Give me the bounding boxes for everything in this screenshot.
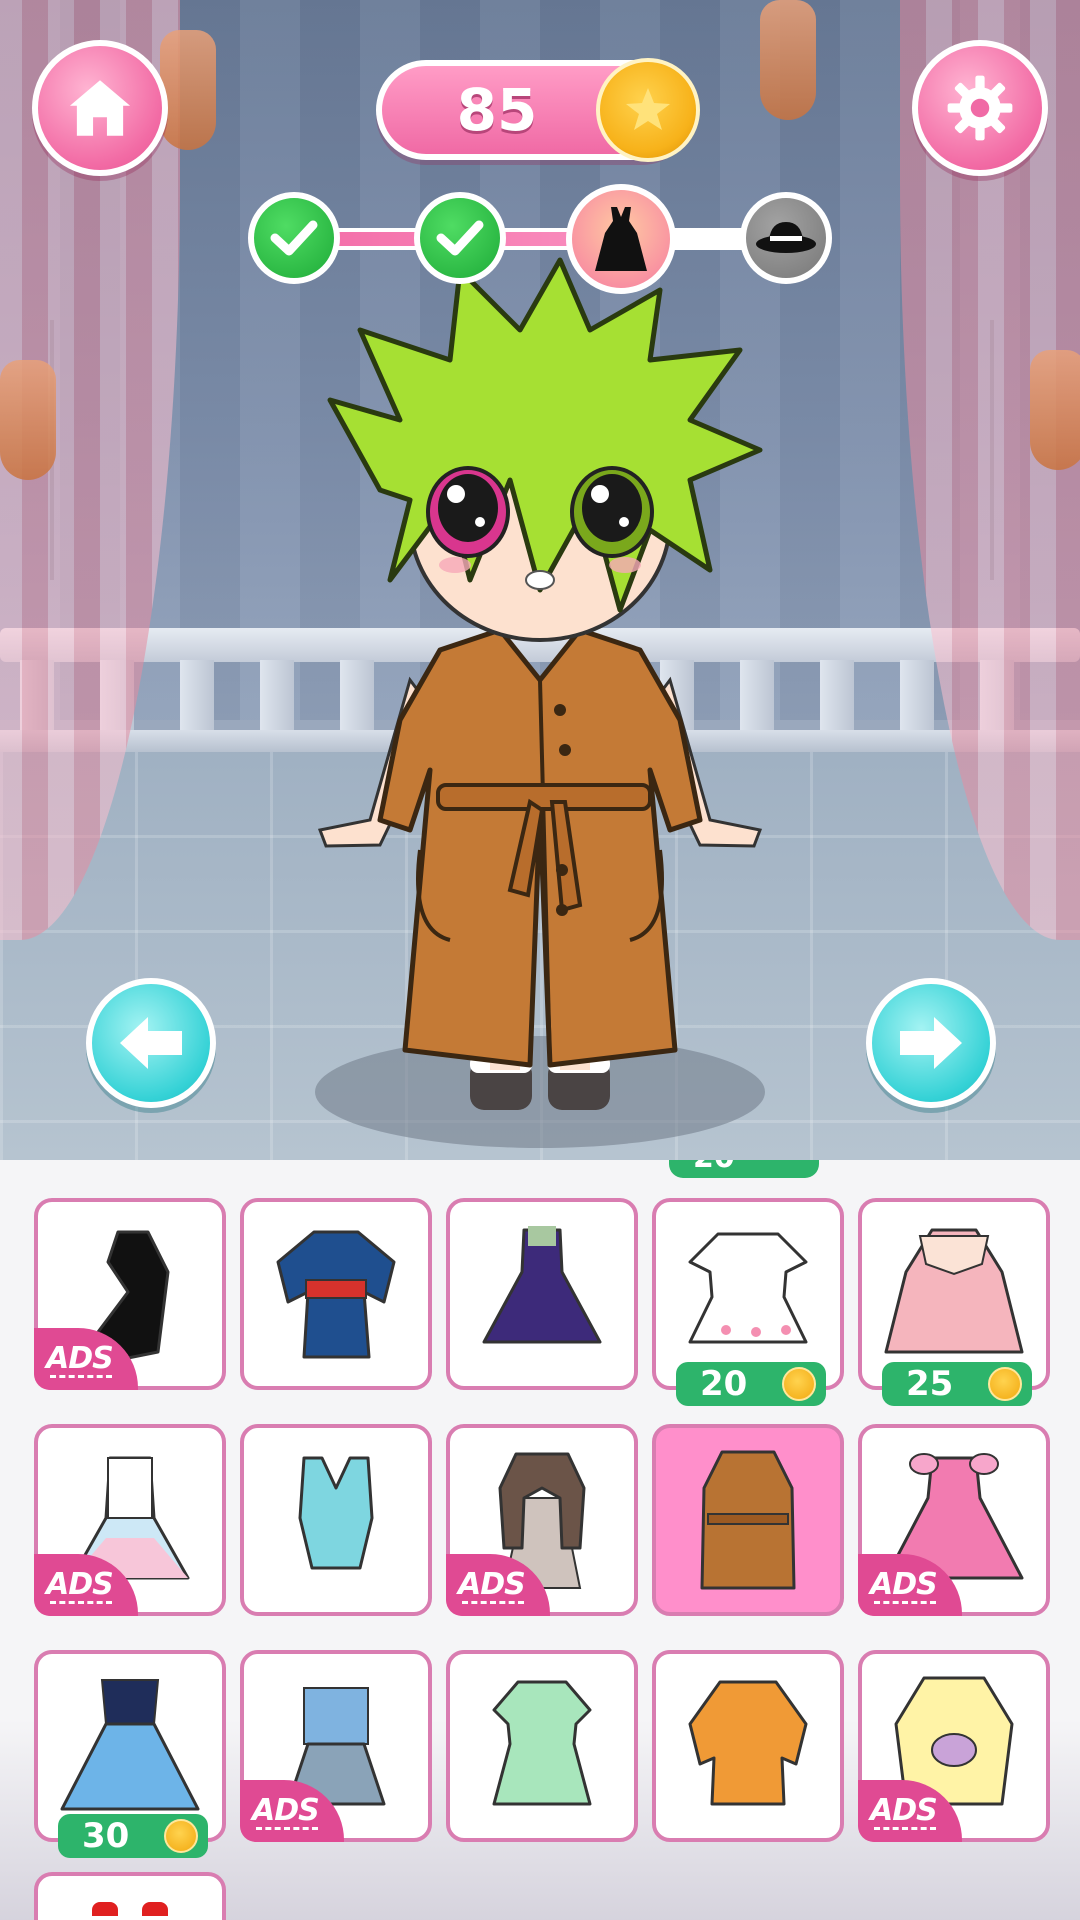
price-value: 25 — [906, 1364, 954, 1404]
clothing-item-aqua-swimsuit[interactable] — [240, 1424, 432, 1616]
home-icon — [69, 80, 131, 136]
clothing-item-pink-princess-gown[interactable]: ADS — [858, 1424, 1050, 1616]
clothing-item-orange-coat[interactable] — [652, 1650, 844, 1842]
blue-kimono-icon — [276, 1230, 396, 1359]
coin-icon — [782, 1367, 816, 1401]
price-value: 30 — [82, 1816, 130, 1856]
clothing-item-mint-shirt-dress[interactable] — [446, 1650, 638, 1842]
arrow-left-icon — [120, 1017, 182, 1069]
clothing-item-brown-trench-coat[interactable] — [652, 1424, 844, 1616]
clothing-item-blue-kimono[interactable] — [240, 1198, 432, 1390]
clothing-item-black-asymmetric-dress[interactable]: ADS — [34, 1198, 226, 1390]
curtain-tassel — [160, 30, 216, 150]
coin-icon — [988, 1367, 1022, 1401]
price-badge: 25 — [882, 1362, 1032, 1406]
clothing-item-white-floral-dress[interactable]: 20 — [652, 1198, 844, 1406]
chibi-character[interactable] — [290, 250, 790, 1150]
home-button[interactable] — [32, 40, 168, 176]
next-button[interactable] — [866, 978, 996, 1108]
price-badge: 20 — [676, 1362, 826, 1406]
partial-tile — [34, 1872, 226, 1920]
previous-button[interactable] — [86, 978, 216, 1108]
arrow-right-icon — [900, 1017, 962, 1069]
curtain-tassel — [0, 360, 56, 480]
purple-lolita-dress-icon — [482, 1226, 602, 1344]
partial-price-badge: 20 — [669, 1160, 819, 1178]
clothing-item-purple-lolita-dress[interactable] — [446, 1198, 638, 1390]
clothing-item-plaid-suspender-skirt[interactable]: ADS — [240, 1650, 432, 1842]
clothing-item-yellow-bear-hoodie[interactable]: ADS — [858, 1650, 1050, 1842]
price-badge: 30 — [58, 1814, 208, 1858]
checkmark-icon — [436, 220, 484, 256]
orange-coat-icon — [688, 1680, 808, 1806]
blue-ball-gown-icon — [60, 1679, 200, 1811]
curtain-tassel — [1030, 350, 1080, 470]
brown-trench-coat-icon — [700, 1450, 796, 1590]
mint-shirt-dress-icon — [492, 1680, 592, 1806]
step-1-complete[interactable] — [248, 192, 340, 284]
white-floral-dress-icon — [688, 1232, 808, 1344]
coin-count: 85 — [456, 76, 538, 144]
price-value: 20 — [700, 1364, 748, 1404]
clothing-item-brown-jacket-dress[interactable]: ADS — [446, 1424, 638, 1616]
curtain-tassel — [760, 0, 816, 120]
hat-icon — [756, 222, 816, 253]
clothing-item-pastel-rainbow-dress[interactable]: ADS — [34, 1424, 226, 1616]
coin-icon — [596, 58, 700, 162]
coin-icon — [164, 1819, 198, 1853]
clothing-grid[interactable]: 20 ADS2025ADSADSADS30ADSADS — [0, 1160, 1080, 1920]
step-2-complete[interactable] — [414, 192, 506, 284]
clothing-item-blue-ball-gown[interactable]: 30 — [34, 1650, 226, 1858]
pink-cape-dress-icon — [884, 1228, 1024, 1354]
checkmark-icon — [270, 220, 318, 256]
settings-button[interactable] — [912, 40, 1048, 176]
clothing-item-pink-cape-dress[interactable]: 25 — [858, 1198, 1050, 1406]
aqua-swimsuit-icon — [298, 1456, 374, 1570]
dress-icon — [595, 207, 647, 271]
gear-icon — [947, 75, 1013, 141]
step-4-hat-locked[interactable] — [740, 192, 832, 284]
step-3-dress-active[interactable] — [566, 184, 676, 294]
